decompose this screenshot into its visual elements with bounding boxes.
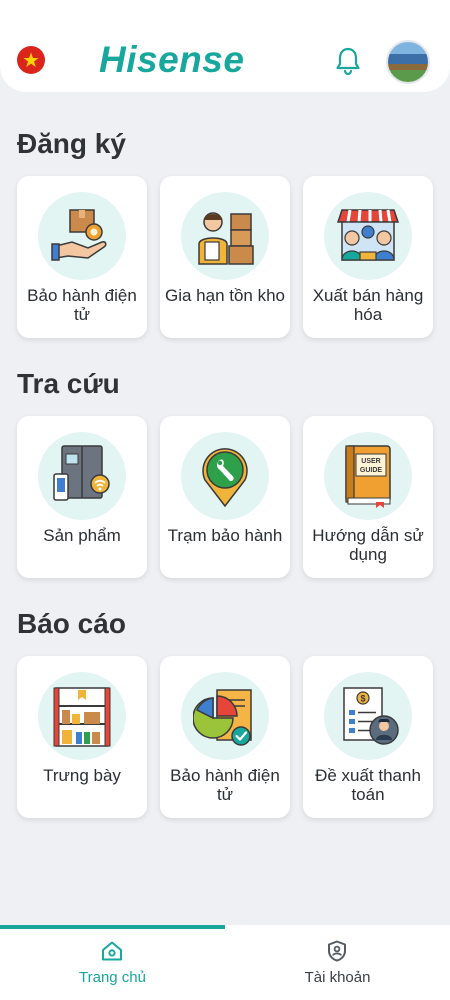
card-de-xuat-thanh-toan[interactable]: $ Đề xuất thanh toán [303, 656, 433, 818]
account-shield-icon [325, 939, 349, 968]
section-title-dang-ky: Đăng ký [17, 128, 126, 159]
app-header: Hisense [0, 0, 450, 92]
card-bao-hanh-dien-tu[interactable]: Bảo hành điện tử [17, 176, 147, 338]
tab-label: Trang chủ [79, 969, 146, 986]
card-label: Xuất bán hàng hóa [312, 286, 424, 324]
payment-proposal-icon: $ [324, 672, 412, 760]
display-shelf-icon [38, 672, 126, 760]
card-label: Trưng bày [43, 766, 121, 785]
vietnam-flag-icon[interactable] [17, 46, 45, 74]
svg-text:$: $ [360, 694, 365, 704]
card-label: Hướng dẫn sử dụng [312, 526, 424, 564]
card-bao-cao-bao-hanh-dien-tu[interactable]: Bảo hành điện tử [160, 656, 290, 818]
card-label: Bảo hành điện tử [27, 286, 137, 324]
warranty-hand-box-icon [38, 192, 126, 280]
card-xuat-ban-hang-hoa[interactable]: Xuất bán hàng hóa [303, 176, 433, 338]
user-guide-book-icon: USER GUIDE [324, 432, 412, 520]
card-label: Bảo hành điện tử [170, 766, 280, 804]
tab-label: Tài khoản [304, 969, 371, 986]
card-huong-dan-su-dung[interactable]: USER GUIDE Hướng dẫn sử dụng [303, 416, 433, 578]
card-label: Trạm bảo hành [167, 526, 283, 545]
bell-icon[interactable] [334, 46, 362, 76]
card-trung-bay[interactable]: Trưng bày [17, 656, 147, 818]
tab-tai-khoan[interactable]: Tài khoản [225, 925, 450, 1000]
home-icon [100, 939, 124, 968]
card-label: Sản phẩm [43, 526, 121, 545]
card-gia-han-ton-kho[interactable]: Gia hạn tồn kho [160, 176, 290, 338]
service-location-icon [181, 432, 269, 520]
card-label: Đề xuất thanh toán [315, 766, 421, 804]
user-avatar[interactable] [386, 40, 430, 84]
smart-fridge-icon [38, 432, 126, 520]
report-chart-icon [181, 672, 269, 760]
card-label: Gia hạn tồn kho [164, 286, 286, 305]
hisense-logo: Hisense [99, 39, 245, 80]
bottom-navigation: Trang chủ Tài khoản [0, 925, 450, 1000]
svg-text:USER: USER [361, 458, 380, 465]
tab-trang-chu[interactable]: Trang chủ [0, 925, 225, 1000]
shop-sales-icon [324, 192, 412, 280]
section-title-bao-cao: Báo cáo [17, 608, 126, 639]
card-san-pham[interactable]: Sản phẩm [17, 416, 147, 578]
section-title-tra-cuu: Tra cứu [17, 368, 120, 399]
warehouse-worker-icon [181, 192, 269, 280]
svg-text:GUIDE: GUIDE [360, 467, 383, 474]
card-tram-bao-hanh[interactable]: Trạm bảo hành [160, 416, 290, 578]
